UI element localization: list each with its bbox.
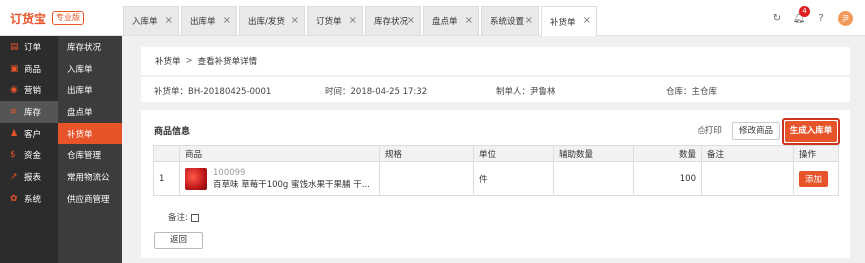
primary-sidebar: ▤ 订单 ▣ 商品 ◉ 营销 ≋ 库存 ♟ 客户 $ 资金 ↗ 报表 ✿ 系统: [0, 36, 58, 263]
table-header: 商品 规格 单位 辅助数量 数量 备注 操作: [153, 145, 839, 162]
nav-system[interactable]: ✿ 系统: [0, 188, 58, 210]
product-thumbnail[interactable]: [185, 167, 207, 190]
money-icon: $: [10, 150, 16, 161]
close-icon[interactable]: ×: [291, 15, 299, 26]
breadcrumb-separator: >: [185, 56, 193, 66]
unit-cell: 件: [473, 161, 554, 196]
breadcrumb-current: 查看补货单详情: [197, 57, 258, 67]
column-header: 单位: [473, 145, 554, 162]
qty-cell: 100: [633, 161, 702, 196]
nav-marketing[interactable]: ◉ 营销: [0, 79, 58, 101]
edit-icon[interactable]: [190, 213, 199, 222]
brand-name: 订货宝: [10, 11, 47, 26]
tab-bar: 入库单 × 出库单 × 出库/发货 × 订货单 × 库存状况 × 盘点单 × 系统设置 × 补…: [123, 6, 599, 36]
product-name[interactable]: 百草味 草莓干100g 蜜饯水果干果脯 干...: [213, 178, 393, 190]
bell-icon[interactable]: 🔔︎ 4: [788, 5, 810, 24]
generate-inbound-button[interactable]: 生成入库单: [785, 121, 837, 142]
column-header: 操作: [793, 145, 839, 162]
subnav-outbound[interactable]: 出库单: [58, 79, 122, 101]
close-icon[interactable]: ×: [407, 15, 415, 26]
warehouse-field: 仓库：主仓库: [666, 87, 718, 97]
subnav-warehouse[interactable]: 仓库管理: [58, 144, 122, 166]
subnav-stock-status[interactable]: 库存状况: [58, 36, 122, 58]
close-icon[interactable]: ×: [223, 15, 231, 26]
user-icon: ♟: [10, 128, 19, 139]
nav-inventory[interactable]: ≋ 库存: [0, 101, 58, 123]
nav-order[interactable]: ▤ 订单: [0, 36, 58, 58]
order-number-field: 补货单：BH-20180425-0001: [154, 87, 272, 97]
subnav-logistics[interactable]: 常用物流公: [58, 166, 122, 188]
creator-field: 制单人：尹鲁林: [496, 87, 556, 97]
edition-badge: 专业版: [52, 11, 85, 25]
subnav-replenishment[interactable]: 补货单: [58, 122, 122, 145]
nav-reports[interactable]: ↗ 报表: [0, 166, 58, 188]
column-header: 数量: [633, 145, 702, 162]
top-bar: 订货宝 专业版 入库单 × 出库单 × 出库/发货 × 订货单 × 库存状况 × 盘点单 ×…: [0, 0, 865, 36]
product-code: 100099: [213, 167, 246, 178]
chart-icon: ↗: [10, 171, 18, 182]
remark-field: 备注:: [168, 211, 199, 223]
refresh-icon[interactable]: ↻: [766, 13, 788, 24]
column-header: 商品: [179, 145, 380, 162]
tab-order[interactable]: 订货单 ×: [307, 6, 363, 35]
product-panel: 商品信息 ⎙打印 修改商品 生成入库单 商品 规格 单位 辅助数量 数量 备注 …: [141, 110, 850, 258]
subnav-supplier[interactable]: 供应商管理: [58, 188, 122, 210]
broadcast-icon: ◉: [10, 85, 18, 96]
nav-customer[interactable]: ♟ 客户: [0, 123, 58, 145]
top-actions: ↻ 🔔︎ 4 ? 尹: [766, 0, 865, 36]
printer-icon: ⎙: [698, 126, 705, 136]
product-table: 商品 规格 单位 辅助数量 数量 备注 操作 1 100099 百草味 草莓干1…: [153, 145, 839, 196]
order-info: 补货单：BH-20180425-0001 时间：2018-04-25 17:32…: [141, 76, 850, 102]
nav-product[interactable]: ▣ 商品: [0, 58, 58, 80]
close-icon[interactable]: ×: [349, 15, 357, 26]
tab-system-settings[interactable]: 系统设置 ×: [481, 6, 539, 35]
breadcrumb-parent[interactable]: 补货单: [155, 55, 181, 67]
nav-funds[interactable]: $ 资金: [0, 144, 58, 166]
tab-outbound[interactable]: 出库单 ×: [181, 6, 237, 35]
bag-icon: ▣: [10, 63, 19, 74]
column-header: 备注: [701, 145, 794, 162]
spec-cell: [379, 161, 474, 196]
action-cell: 添加: [793, 161, 839, 196]
clipboard-icon: ▤: [10, 41, 19, 52]
column-header: [153, 145, 180, 162]
breadcrumb: 补货单 > 查看补货单详情: [141, 47, 850, 75]
avatar[interactable]: 尹: [838, 10, 853, 26]
table-row: 1 100099 百草味 草莓干100g 蜜饯水果干果脯 干... 件 100 …: [153, 161, 839, 196]
product-cell: 100099 百草味 草莓干100g 蜜饯水果干果脯 干...: [179, 161, 380, 196]
subnav-stocktake[interactable]: 盘点单: [58, 101, 122, 123]
logo[interactable]: 订货宝 专业版: [0, 0, 122, 36]
close-icon[interactable]: ×: [583, 15, 591, 26]
notification-badge: 4: [799, 5, 810, 17]
add-button[interactable]: 添加: [799, 170, 829, 187]
tab-stock-status[interactable]: 库存状况 ×: [365, 6, 421, 35]
product-section-title: 商品信息: [154, 127, 191, 137]
secondary-sidebar: 库存状况 入库单 出库单 盘点单 补货单 仓库管理 常用物流公 供应商管理: [58, 36, 122, 263]
close-icon[interactable]: ×: [465, 15, 473, 26]
aux-qty-cell: [553, 161, 634, 196]
tab-outbound-shipping[interactable]: 出库/发货 ×: [239, 6, 305, 35]
back-button[interactable]: 返回: [154, 232, 203, 249]
row-index: 1: [153, 161, 180, 196]
column-header: 规格: [379, 145, 474, 162]
remark-cell: [701, 161, 794, 196]
close-icon[interactable]: ×: [525, 15, 533, 26]
close-icon[interactable]: ×: [165, 15, 173, 26]
subnav-inbound[interactable]: 入库单: [58, 58, 122, 80]
print-button[interactable]: ⎙打印: [698, 124, 722, 136]
tab-stocktake[interactable]: 盘点单 ×: [423, 6, 479, 35]
column-header: 辅助数量: [553, 145, 634, 162]
order-time-field: 时间：2018-04-25 17:32: [325, 87, 428, 97]
tab-inbound[interactable]: 入库单 ×: [123, 6, 179, 35]
edit-products-button[interactable]: 修改商品: [732, 122, 780, 140]
tab-replenishment[interactable]: 补货单 ×: [541, 6, 597, 36]
gear-icon: ✿: [10, 193, 18, 204]
layers-icon: ≋: [10, 106, 18, 117]
help-icon[interactable]: ?: [810, 13, 832, 24]
